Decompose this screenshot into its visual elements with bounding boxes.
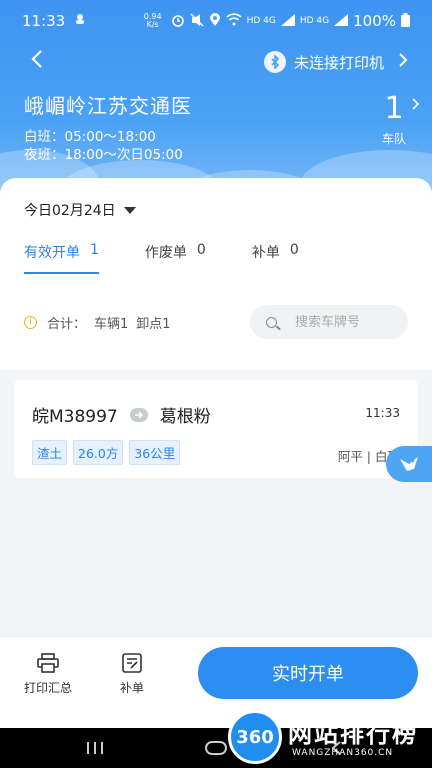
tab-count: 0 bbox=[196, 242, 206, 258]
order-route: 皖M38997 葛根粉 bbox=[32, 402, 211, 427]
order-list: 皖M38997 葛根粉 11:33 渣土 26.0方 36公里 阿平 | 白班 bbox=[0, 370, 432, 608]
chevron-right-icon bbox=[398, 52, 408, 72]
order-time: 11:33 bbox=[365, 406, 400, 420]
status-right-icons: 0.94 K/s HD 4G HD 4G 100% bbox=[144, 12, 410, 30]
tab-label: 有效开单 bbox=[24, 245, 80, 261]
company-name: 峨嵋岭江苏交通医 bbox=[24, 94, 192, 118]
search-box[interactable] bbox=[250, 305, 408, 339]
tag-material: 渣土 bbox=[32, 440, 68, 465]
destination: 葛根粉 bbox=[159, 407, 211, 427]
summary-prefix: 合计： bbox=[47, 316, 87, 332]
tab-count: 1 bbox=[90, 242, 99, 258]
team-label: 车队 bbox=[381, 132, 406, 146]
battery-level: 100% bbox=[353, 12, 396, 30]
bird-icon bbox=[400, 457, 418, 471]
date-label: 今日02月24日 bbox=[24, 203, 116, 219]
notification-icon bbox=[73, 12, 87, 30]
night-shift: 夜班：18:00～次日05:00 bbox=[24, 147, 183, 163]
location-icon bbox=[209, 12, 221, 30]
team-chevron-icon bbox=[412, 98, 420, 114]
team-link[interactable]: 1 车队 bbox=[374, 91, 420, 147]
tab-supplement-orders[interactable]: 补单 0 bbox=[252, 242, 299, 274]
print-summary-button[interactable]: 打印汇总 bbox=[24, 653, 72, 696]
summary-text: 合计： 车辆1 卸点1 bbox=[47, 313, 171, 332]
arrow-right-icon bbox=[129, 407, 148, 422]
bluetooth-icon bbox=[263, 51, 286, 73]
alarm-icon bbox=[171, 13, 185, 30]
signal-icon-b bbox=[334, 13, 349, 29]
recent-apps-icon[interactable] bbox=[86, 740, 104, 759]
watermark-logo: 360 bbox=[228, 710, 282, 764]
tab-voided-orders[interactable]: 作废单 0 bbox=[145, 242, 206, 274]
network-a: HD 4G bbox=[246, 16, 276, 26]
plate-number: 皖M38997 bbox=[32, 407, 118, 427]
print-summary-label: 打印汇总 bbox=[24, 681, 73, 695]
status-bar: 11:33 0.94 K/s HD 4G HD 4G 100% bbox=[0, 0, 432, 42]
printer-status-label: 未连接打印机 bbox=[293, 53, 384, 72]
order-tabs: 有效开单 1 作废单 0 补单 0 bbox=[24, 242, 299, 274]
watermark-subtitle: WANGZHAN360.CN bbox=[292, 748, 394, 758]
summary-points: 卸点1 bbox=[136, 316, 171, 332]
watermark-title: 网站排行榜 bbox=[288, 720, 418, 748]
supplement-button[interactable]: 补单 bbox=[120, 653, 144, 696]
info-icon: i bbox=[24, 315, 37, 329]
main-card: 今日02月24日 有效开单 1 作废单 0 补单 0 i 合计： 车辆1 卸点1 bbox=[0, 178, 432, 608]
status-time: 11:33 bbox=[22, 12, 66, 30]
supplement-label: 补单 bbox=[120, 681, 145, 695]
chevron-left-icon bbox=[31, 50, 42, 68]
network-speed: 0.94 K/s bbox=[144, 13, 162, 29]
shift-info: 白班：05:00～18:00 夜班：18:00～次日05:00 bbox=[24, 128, 183, 164]
search-input[interactable] bbox=[295, 314, 395, 330]
date-filter[interactable]: 今日02月24日 bbox=[24, 200, 136, 220]
day-shift: 白班：05:00～18:00 bbox=[24, 129, 156, 145]
printer-icon bbox=[37, 653, 59, 673]
mute-icon bbox=[190, 12, 204, 30]
watermark: 360 网站排行榜 WANGZHAN360.CN bbox=[224, 706, 432, 768]
tab-count: 0 bbox=[289, 242, 299, 258]
tag-volume: 26.0方 bbox=[73, 440, 124, 465]
search-icon bbox=[266, 316, 277, 328]
speed-unit: K/s bbox=[146, 20, 159, 29]
floating-assistant-button[interactable] bbox=[386, 446, 432, 482]
tab-label: 补单 bbox=[251, 245, 280, 261]
caret-down-icon bbox=[123, 206, 136, 214]
printer-connect-button[interactable]: 未连接打印机 bbox=[263, 51, 408, 73]
battery-icon bbox=[401, 12, 410, 30]
nav-row: 未连接打印机 bbox=[0, 44, 432, 80]
order-card[interactable]: 皖M38997 葛根粉 11:33 渣土 26.0方 36公里 阿平 | 白班 bbox=[14, 380, 418, 478]
summary-row: i 合计： 车辆1 卸点1 bbox=[24, 304, 408, 340]
network-b: HD 4G bbox=[299, 16, 330, 26]
wifi-icon bbox=[226, 13, 242, 29]
signal-icon-a bbox=[280, 13, 295, 29]
edit-form-icon bbox=[122, 653, 142, 673]
realtime-order-button[interactable]: 实时开单 bbox=[198, 647, 418, 699]
tab-valid-orders[interactable]: 有效开单 1 bbox=[24, 242, 99, 274]
back-button[interactable] bbox=[30, 49, 54, 75]
status-left-icons bbox=[73, 12, 87, 30]
tag-distance: 36公里 bbox=[129, 440, 181, 465]
tab-label: 作废单 bbox=[144, 245, 187, 261]
summary-vehicles: 车辆1 bbox=[94, 316, 129, 332]
team-count: 1 bbox=[384, 91, 404, 126]
order-tags: 渣土 26.0方 36公里 bbox=[32, 440, 181, 465]
